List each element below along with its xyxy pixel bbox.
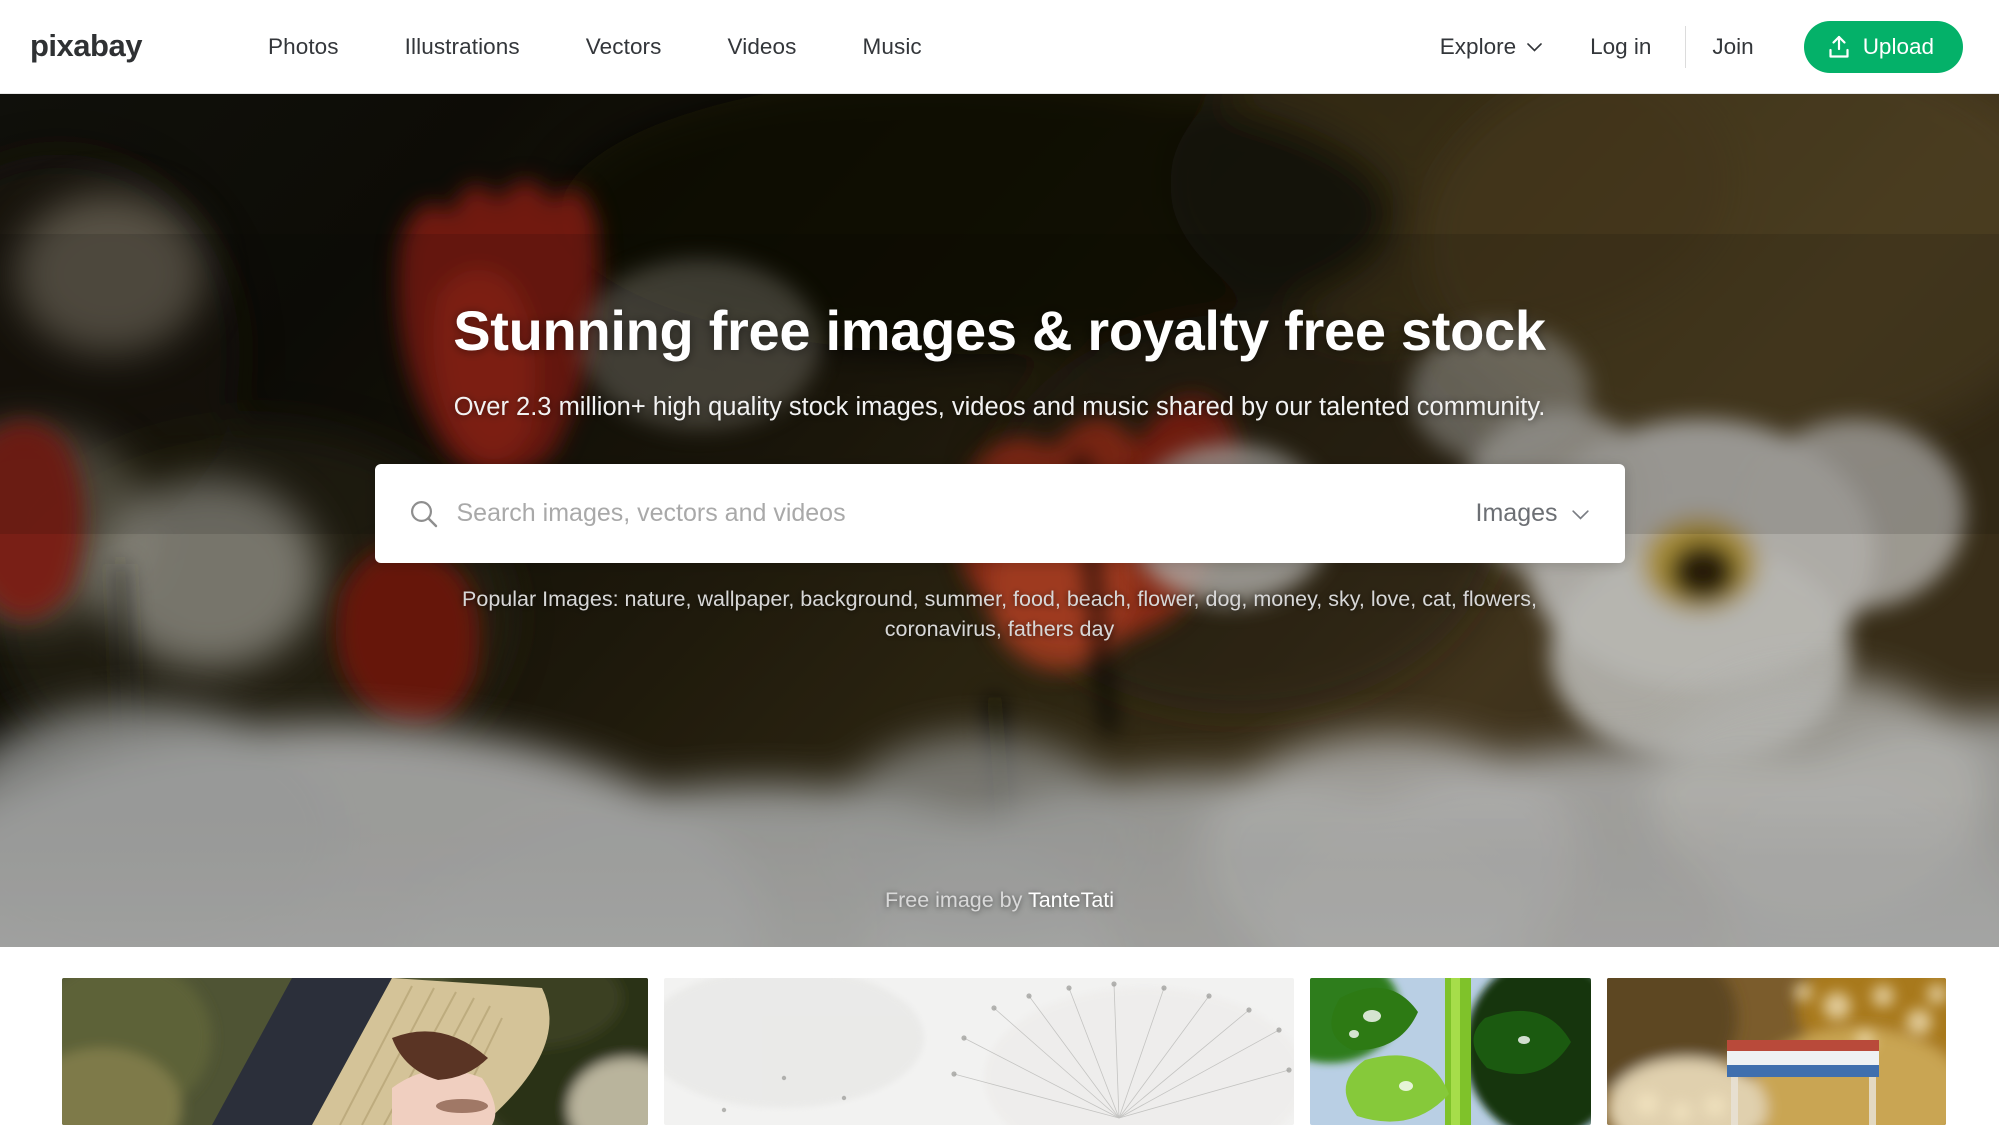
popular-tag-link[interactable]: coronavirus: [885, 617, 996, 641]
pixabay-logo[interactable]: pixabay: [30, 25, 170, 69]
popular-tag-link[interactable]: sky: [1328, 587, 1359, 611]
nav-item-illustrations[interactable]: Illustrations: [372, 0, 553, 94]
popular-label: Popular Images:: [462, 587, 625, 611]
hero-subtitle: Over 2.3 million+ high quality stock ima…: [453, 393, 1546, 421]
thumbnail-item[interactable]: [1607, 978, 1946, 1125]
popular-tag-link[interactable]: beach: [1067, 587, 1126, 611]
logo-wordmark-text: pixabay: [30, 28, 143, 63]
login-link[interactable]: Log in: [1568, 34, 1673, 60]
header-divider: [1685, 25, 1687, 68]
popular-tags: nature, wallpaper, background, summer, f…: [624, 587, 1537, 641]
chevron-down-icon: [1571, 510, 1589, 520]
hero-title: Stunning free images & royalty free stoc…: [453, 299, 1546, 362]
popular-tag-link[interactable]: love: [1371, 587, 1410, 611]
explore-label: Explore: [1439, 33, 1517, 59]
hero-banner: Stunning free images & royalty free stoc…: [0, 94, 1999, 947]
hero-content: Stunning free images & royalty free stoc…: [0, 94, 1999, 947]
search-icon[interactable]: [375, 498, 457, 530]
popular-tag-link[interactable]: cat: [1422, 587, 1451, 611]
search-input[interactable]: [456, 464, 1454, 563]
popular-tag-link[interactable]: dog: [1206, 587, 1242, 611]
chevron-down-icon: [1527, 43, 1542, 52]
popular-tag-link[interactable]: wallpaper: [697, 587, 788, 611]
popular-images-list: Popular Images: nature, wallpaper, backg…: [425, 584, 1575, 644]
popular-tag-link[interactable]: flowers: [1463, 587, 1531, 611]
popular-tag-link[interactable]: flower: [1137, 587, 1193, 611]
nav-item-vectors[interactable]: Vectors: [553, 0, 695, 94]
popular-tag-link[interactable]: summer: [925, 587, 1001, 611]
popular-tag-link[interactable]: fathers day: [1008, 617, 1114, 641]
popular-tag-link[interactable]: background: [800, 587, 912, 611]
nav-item-photos[interactable]: Photos: [268, 0, 372, 94]
popular-tag-link[interactable]: nature: [625, 587, 686, 611]
explore-dropdown[interactable]: Explore: [1414, 34, 1568, 60]
search-type-dropdown[interactable]: Images: [1454, 464, 1625, 563]
upload-icon: [1828, 35, 1850, 59]
search-bar: Images: [374, 464, 1625, 563]
thumbnail-item[interactable]: [664, 978, 1294, 1125]
upload-button-label: Upload: [1862, 33, 1934, 59]
popular-tag-link[interactable]: food: [1013, 587, 1055, 611]
primary-nav: Photos Illustrations Vectors Videos Musi…: [268, 0, 955, 94]
featured-thumbnail-strip: [0, 947, 1999, 1125]
site-header: pixabay Photos Illustrations Vectors Vid…: [0, 0, 1999, 94]
thumbnail-item[interactable]: [62, 978, 648, 1125]
upload-button[interactable]: Upload: [1803, 20, 1963, 73]
header-actions: Explore Log in Join Upload: [1414, 20, 1999, 73]
search-type-label: Images: [1475, 499, 1558, 527]
popular-tag-link[interactable]: money: [1253, 587, 1316, 611]
nav-item-music[interactable]: Music: [830, 0, 955, 94]
thumbnail-item[interactable]: [1310, 978, 1591, 1125]
nav-item-videos[interactable]: Videos: [695, 0, 830, 94]
join-link[interactable]: Join: [1690, 34, 1775, 60]
